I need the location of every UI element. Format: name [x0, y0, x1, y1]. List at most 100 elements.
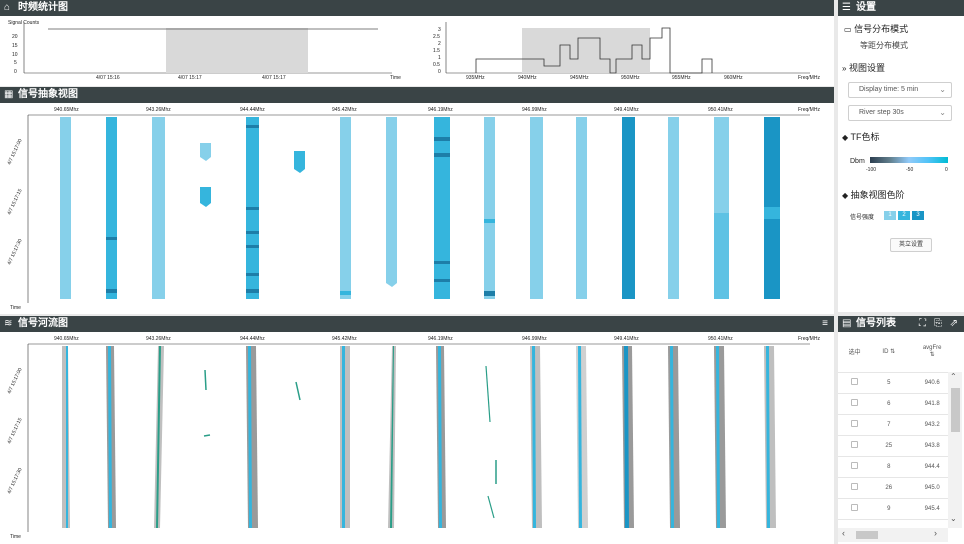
river-stream[interactable] [714, 346, 726, 528]
signal-fragment[interactable] [294, 151, 305, 173]
signal-bar[interactable] [152, 117, 165, 299]
fullscreen-icon[interactable]: ⛶ [919, 316, 926, 332]
signal-mark [434, 137, 450, 141]
freq-xtick: 935MHz [466, 75, 485, 81]
row-checkbox[interactable] [851, 483, 859, 490]
abs-freq-tick: 943.26Mhz [146, 107, 171, 113]
expand-icon: » [842, 64, 847, 73]
signal-bar[interactable] [484, 117, 495, 299]
row-checkbox[interactable] [851, 504, 859, 511]
sort-icon: ⇅ [929, 352, 935, 359]
signal-bar[interactable] [106, 117, 117, 299]
scroll-right-icon[interactable]: › [934, 528, 937, 538]
signal-bar[interactable] [668, 117, 679, 299]
confirm-settings-button[interactable]: 英立设置 [890, 238, 932, 252]
hscroll-thumb[interactable] [856, 531, 878, 539]
list-icon: ▤ [842, 318, 852, 329]
row-checkbox[interactable] [851, 420, 859, 427]
row-checkbox[interactable] [851, 441, 859, 448]
river-step-select[interactable]: River step 30s ⌄ [848, 105, 952, 121]
dist-mode-value[interactable]: 等距分布模式 [860, 40, 908, 51]
tf-charts[interactable]: Signal Counts 20 15 10 5 0 4/07 15:16 4/… [0, 16, 834, 86]
time-xunit: Time [390, 75, 401, 81]
dist-mode-label-text: 信号分布模式 [854, 24, 909, 34]
display-time-select[interactable]: Display time: 5 min ⌄ [848, 82, 952, 98]
river-freq-tick: 940.65Mhz [54, 336, 79, 342]
river-freq-tick: 950.41Mhz [708, 336, 733, 342]
signal-mark [484, 291, 495, 296]
signal-mark [434, 261, 450, 264]
river-stream[interactable] [530, 346, 542, 528]
row-checkbox[interactable] [851, 462, 859, 469]
tag-icon: ◆ [842, 133, 849, 142]
signal-mark [484, 219, 495, 223]
vertical-scrollbar[interactable]: ⌃ ⌄ [948, 372, 962, 528]
monitor-icon: ▭ [844, 25, 852, 34]
scroll-thumb[interactable] [951, 388, 960, 432]
scroll-left-icon[interactable]: ‹ [842, 528, 845, 538]
dbm-tick: 0 [945, 167, 948, 173]
row-id: 9 [871, 498, 907, 520]
col-id[interactable]: ID ⇅ [871, 332, 907, 373]
row-id: 25 [871, 435, 907, 457]
signal-bar[interactable] [576, 117, 587, 299]
row-checkbox[interactable] [851, 399, 859, 406]
table-row[interactable]: 9 945.4 [838, 498, 958, 520]
table-row[interactable]: 6 941.8 [838, 393, 958, 415]
col-select[interactable]: 选中 [838, 332, 872, 373]
river-freq-tick: 944.44Mhz [240, 336, 265, 342]
signal-bar[interactable] [340, 117, 351, 299]
abstract-view-chart[interactable]: 940.65Mhz 943.26Mhz 944.44Mhz 945.42Mhz … [0, 103, 834, 314]
river-time-tick: 4/7 15:17:30 [6, 467, 23, 495]
level-2[interactable]: 2 [898, 211, 910, 220]
river-stream[interactable] [246, 346, 258, 528]
signal-bar[interactable] [530, 117, 543, 299]
river-icon: ≋ [4, 318, 13, 329]
signal-mark [434, 279, 450, 282]
river-view-panel: ≋ 信号河流图 ≡ 940.65Mhz 943.26Mhz 944.44Mhz … [0, 316, 834, 544]
river-stream[interactable] [576, 346, 588, 528]
abs-time-tick: 4/7 15:17:00 [6, 138, 23, 166]
freq-xtick: 955MHz [672, 75, 691, 81]
dbm-colorbar[interactable] [870, 157, 948, 163]
view-settings-label: » 视图设置 [842, 61, 885, 74]
dist-mode-label: ▭ 信号分布模式 [844, 22, 908, 35]
signal-fragment[interactable] [200, 143, 211, 161]
signal-bar[interactable] [434, 117, 450, 299]
table-row[interactable]: 5 940.6 [838, 372, 958, 394]
col-avgfre[interactable]: avgFre ⇅ [906, 332, 958, 373]
signal-bar[interactable] [60, 117, 71, 299]
signal-bar[interactable] [622, 117, 635, 299]
table-row[interactable]: 25 943.8 [838, 435, 958, 457]
table-row[interactable]: 7 943.2 [838, 414, 958, 436]
abs-freq-tick: 950.41Mhz [708, 107, 733, 113]
stats-icon: ⌂ [4, 2, 11, 13]
abs-freq-tick: 946.19Mhz [428, 107, 453, 113]
level-3[interactable]: 3 [912, 211, 924, 220]
signal-list-header: ▤ 信号列表 ⛶ ⎘ ⇗ [838, 316, 964, 332]
freq-brush[interactable] [522, 28, 650, 73]
river-stream[interactable] [764, 346, 776, 528]
river-stream[interactable] [668, 346, 680, 528]
level-1[interactable]: 1 [884, 211, 896, 220]
scroll-up-icon[interactable]: ⌃ [950, 372, 957, 381]
time-xtick: 4/07 15:17 [262, 75, 286, 81]
time-ytick: 15 [12, 43, 18, 49]
horizontal-scrollbar[interactable]: ‹ › [838, 528, 948, 542]
table-row[interactable]: 26 945.0 [838, 477, 958, 499]
signal-table: 选中 ID ⇅ avgFre ⇅ 5 940.6 6 941.8 7 943.2 25 9… [838, 332, 958, 520]
filter-settings-icon[interactable]: ≡ [822, 316, 828, 332]
abstract-view-panel: ▦ 信号抽象视图 940.65Mhz 943.26Mhz 944.44Mhz 9… [0, 87, 834, 314]
row-checkbox[interactable] [851, 378, 859, 385]
time-brush[interactable] [166, 28, 308, 73]
river-view-chart[interactable]: 940.65Mhz 943.26Mhz 944.44Mhz 945.42Mhz … [0, 332, 834, 544]
scroll-down-icon[interactable]: ⌄ [950, 514, 957, 523]
time-xtick: 4/07 15:17 [178, 75, 202, 81]
table-row[interactable]: 8 944.4 [838, 456, 958, 478]
signal-fragment[interactable] [200, 187, 211, 207]
abstract-view-header: ▦ 信号抽象视图 [0, 87, 834, 103]
signal-bar[interactable] [386, 117, 397, 287]
export-icon[interactable]: ⇗ [950, 316, 958, 332]
import-icon[interactable]: ⎘ [934, 316, 942, 332]
freq-ytick: 1.5 [433, 48, 440, 54]
